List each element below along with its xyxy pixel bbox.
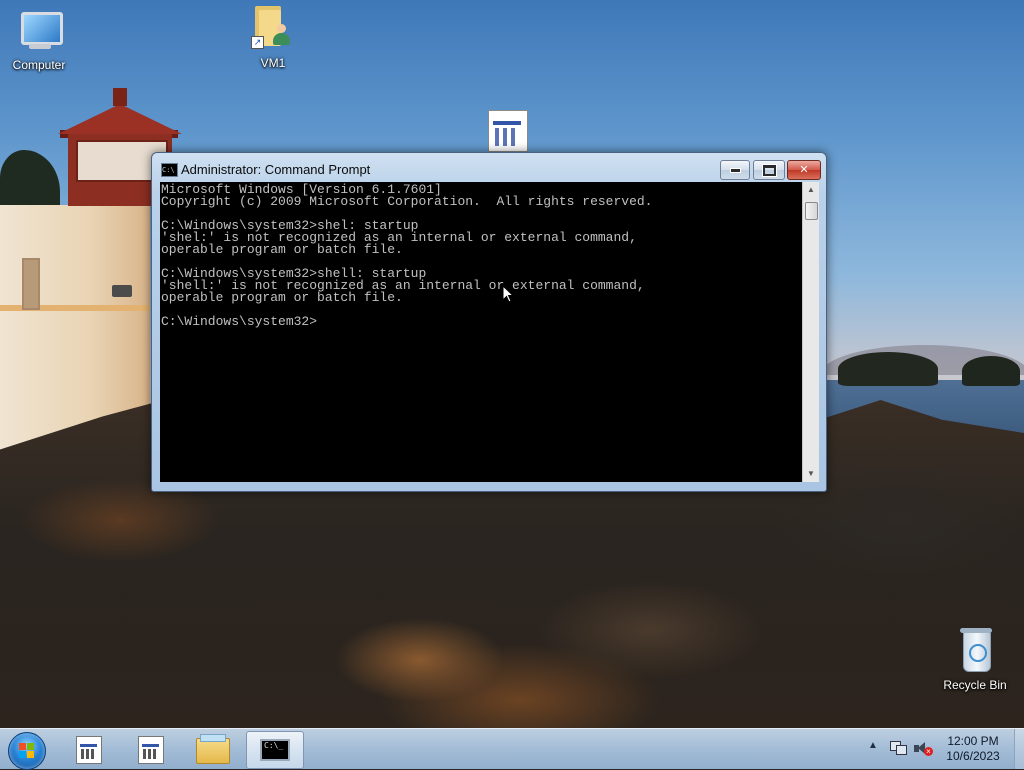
show-hidden-icons-arrow[interactable]: ▲ xyxy=(868,740,878,751)
document-file-icon[interactable] xyxy=(488,110,528,152)
vertical-scrollbar[interactable]: ▲ ▼ xyxy=(802,182,819,482)
network-icon[interactable] xyxy=(890,741,907,755)
document-file-icon xyxy=(76,736,102,764)
system-clock[interactable]: 12:00 PM 10/6/2023 xyxy=(936,734,1010,764)
window-titlebar[interactable]: C:\ Administrator: Command Prompt ✕ xyxy=(152,153,826,181)
wallpaper-lighthouse-roof xyxy=(58,104,182,134)
console-text: Microsoft Windows [Version 6.1.7601] Copy… xyxy=(160,182,802,328)
document-file-icon xyxy=(138,736,164,764)
taskbar-button-explorer[interactable] xyxy=(184,731,240,767)
close-icon: ✕ xyxy=(799,164,809,176)
computer-icon xyxy=(15,8,63,56)
command-prompt-window[interactable]: C:\ Administrator: Command Prompt ✕ Micr… xyxy=(151,152,827,492)
taskbar-button-command-prompt[interactable]: C:\_ xyxy=(246,731,304,769)
user-folder-shortcut-icon: ↗ xyxy=(249,6,297,54)
taskbar: C:\_ ▲ × 12:00 PM 10/6/2023 xyxy=(0,728,1024,770)
desktop-icon-vm1[interactable]: ↗ VM1 xyxy=(234,6,312,70)
volume-muted-icon[interactable]: × xyxy=(914,741,933,757)
command-prompt-icon: C:\ xyxy=(161,163,178,177)
command-prompt-icon: C:\_ xyxy=(260,739,290,761)
scroll-up-arrow-icon[interactable]: ▲ xyxy=(803,182,819,198)
desktop-icon-computer[interactable]: Computer xyxy=(0,8,78,72)
desktop-icon-recycle-bin[interactable]: Recycle Bin xyxy=(936,628,1014,692)
taskbar-button-document-1[interactable] xyxy=(60,731,116,767)
scroll-down-arrow-icon[interactable]: ▼ xyxy=(803,466,819,482)
wallpaper-lighthouse-lamp xyxy=(112,285,132,297)
clock-date: 10/6/2023 xyxy=(946,749,1000,763)
wallpaper-island xyxy=(962,356,1020,386)
console-output[interactable]: Microsoft Windows [Version 6.1.7601] Copy… xyxy=(160,182,802,482)
console-line: C:\Windows\system32> xyxy=(161,314,318,329)
desktop-icon-label: VM1 xyxy=(260,56,286,70)
maximize-button[interactable] xyxy=(753,160,785,180)
maximize-icon xyxy=(762,164,776,176)
desktop-icon-label: Computer xyxy=(12,58,66,72)
windows-explorer-folder-icon xyxy=(196,734,230,764)
close-button[interactable]: ✕ xyxy=(787,160,821,180)
wallpaper-island xyxy=(838,352,938,386)
wallpaper-lighthouse-window xyxy=(22,258,40,310)
recycle-bin-icon xyxy=(951,628,999,676)
scrollbar-thumb[interactable] xyxy=(805,202,818,220)
desktop-icon-label: Recycle Bin xyxy=(943,678,1007,692)
console-line: Copyright (c) 2009 Microsoft Corporation… xyxy=(161,194,653,209)
windows-start-orb-icon[interactable] xyxy=(8,732,46,770)
window-title: Administrator: Command Prompt xyxy=(181,162,371,177)
show-desktop-button[interactable] xyxy=(1014,729,1024,769)
minimize-button[interactable] xyxy=(720,160,750,180)
console-line: operable program or batch file. xyxy=(161,242,403,257)
taskbar-button-document-2[interactable] xyxy=(122,731,178,767)
wallpaper-lighthouse-cap xyxy=(113,88,127,106)
console-line: operable program or batch file. xyxy=(161,290,403,305)
minimize-icon xyxy=(729,167,741,173)
clock-time: 12:00 PM xyxy=(947,734,999,748)
